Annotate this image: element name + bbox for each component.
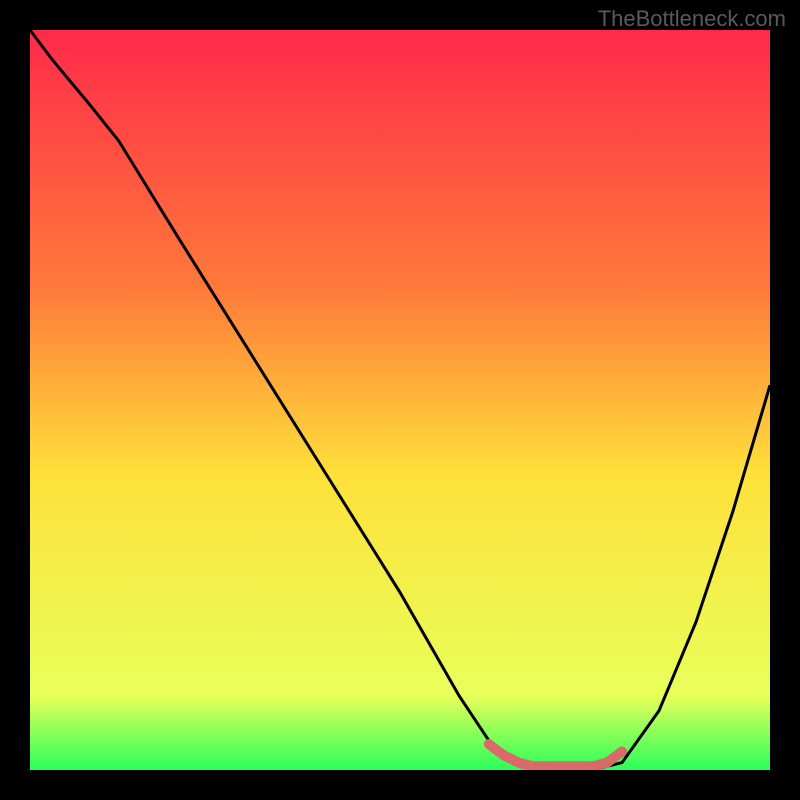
chart-svg [30, 30, 770, 770]
chart-container [30, 30, 770, 770]
chart-background [30, 30, 770, 770]
watermark-text: TheBottleneck.com [598, 6, 786, 32]
